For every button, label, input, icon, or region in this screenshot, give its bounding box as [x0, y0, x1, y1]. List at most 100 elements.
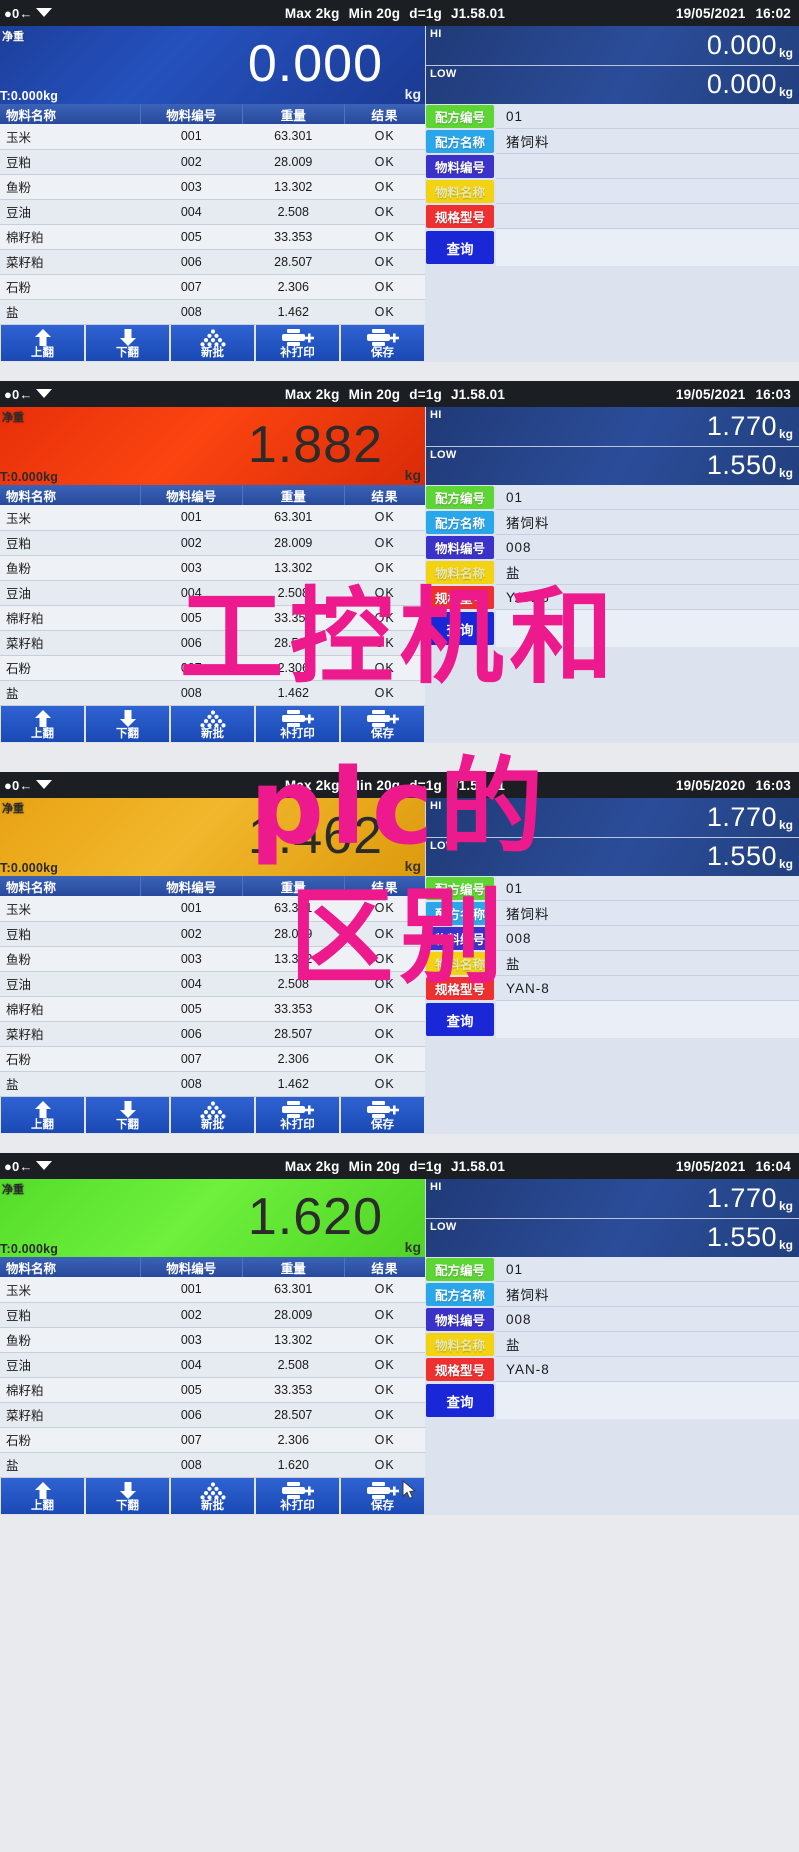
table-row[interactable]: 鱼粉 003 13.302 OK: [0, 555, 425, 581]
table-row[interactable]: 玉米 001 63.301 OK: [0, 124, 425, 150]
table-row[interactable]: 菜籽粕 006 28.507 OK: [0, 1402, 425, 1428]
recipe-name-value[interactable]: 猪饲料: [496, 510, 799, 535]
toolbar-button-stack[interactable]: 新批: [171, 705, 254, 742]
query-button[interactable]: 查询: [426, 612, 494, 645]
table-row[interactable]: 棉籽粕 005 33.353 OK: [0, 605, 425, 631]
material-name-value[interactable]: 盐: [496, 951, 799, 976]
recipe-no-label[interactable]: 配方编号: [426, 1258, 494, 1281]
toolbar-button-printer-plus[interactable]: 补打印: [256, 324, 339, 361]
material-no-label[interactable]: 物料编号: [426, 155, 494, 178]
form-row-recipe-name[interactable]: 配方名称 猪饲料: [425, 1282, 799, 1307]
table-row[interactable]: 盐 008 1.462 OK: [0, 1071, 425, 1097]
table-row[interactable]: 棉籽粕 005 33.353 OK: [0, 1377, 425, 1403]
query-button[interactable]: 查询: [426, 1003, 494, 1036]
recipe-name-value[interactable]: 猪饲料: [496, 1282, 799, 1307]
toolbar-button-printer-plus[interactable]: 补打印: [256, 1096, 339, 1133]
table-row[interactable]: 盐 008 1.620 OK: [0, 1452, 425, 1478]
recipe-name-label[interactable]: 配方名称: [426, 130, 494, 153]
material-no-label[interactable]: 物料编号: [426, 927, 494, 950]
table-row[interactable]: 豆粕 002 28.009 OK: [0, 530, 425, 556]
spec-model-label[interactable]: 规格型号: [426, 1358, 494, 1381]
toolbar-button-arrow-up[interactable]: 上翻: [1, 324, 84, 361]
table-row[interactable]: 石粉 007 2.306 OK: [0, 655, 425, 681]
toolbar-button-printer-plus[interactable]: 补打印: [256, 1477, 339, 1514]
toolbar-button-arrow-down[interactable]: 下翻: [86, 705, 169, 742]
recipe-name-label[interactable]: 配方名称: [426, 511, 494, 534]
toolbar-button-arrow-up[interactable]: 上翻: [1, 1477, 84, 1514]
table-row[interactable]: 鱼粉 003 13.302 OK: [0, 174, 425, 200]
form-row-recipe-name[interactable]: 配方名称 猪饲料: [425, 129, 799, 154]
material-name-value[interactable]: 盐: [496, 560, 799, 585]
material-name-label[interactable]: 物料名称: [426, 1333, 494, 1356]
form-row-recipe-name[interactable]: 配方名称 猪饲料: [425, 901, 799, 926]
table-row[interactable]: 玉米 001 63.301 OK: [0, 1277, 425, 1303]
spec-model-value[interactable]: YAN-8: [496, 976, 799, 1001]
toolbar-button-printer-save[interactable]: 保存: [341, 1096, 424, 1133]
table-row[interactable]: 菜籽粕 006 28.507 OK: [0, 630, 425, 656]
table-row[interactable]: 豆油 004 2.508 OK: [0, 199, 425, 225]
form-row-material-no[interactable]: 物料编号 008: [425, 1307, 799, 1332]
recipe-no-value[interactable]: 01: [496, 104, 799, 129]
query-button[interactable]: 查询: [426, 1384, 494, 1417]
material-no-label[interactable]: 物料编号: [426, 536, 494, 559]
material-name-label[interactable]: 物料名称: [426, 180, 494, 203]
table-row[interactable]: 玉米 001 63.301 OK: [0, 505, 425, 531]
material-no-value[interactable]: 008: [496, 926, 799, 951]
table-row[interactable]: 鱼粉 003 13.302 OK: [0, 1327, 425, 1353]
form-row-recipe-no[interactable]: 配方编号 01: [425, 485, 799, 510]
table-row[interactable]: 豆粕 002 28.009 OK: [0, 921, 425, 947]
table-row[interactable]: 棉籽粕 005 33.353 OK: [0, 996, 425, 1022]
table-row[interactable]: 豆粕 002 28.009 OK: [0, 1302, 425, 1328]
form-row-spec-model[interactable]: 规格型号 YAN-8: [425, 976, 799, 1001]
spec-model-value[interactable]: YAN-8: [496, 1357, 799, 1382]
query-button[interactable]: 查询: [426, 231, 494, 264]
recipe-no-label[interactable]: 配方编号: [426, 486, 494, 509]
material-name-value[interactable]: [496, 179, 799, 204]
toolbar-button-arrow-down[interactable]: 下翻: [86, 1096, 169, 1133]
form-row-material-name[interactable]: 物料名称盐: [425, 1332, 799, 1357]
spec-model-label[interactable]: 规格型号: [426, 586, 494, 609]
form-row-recipe-no[interactable]: 配方编号 01: [425, 876, 799, 901]
toolbar-button-stack[interactable]: 新批: [171, 1477, 254, 1514]
recipe-no-label[interactable]: 配方编号: [426, 105, 494, 128]
recipe-no-value[interactable]: 01: [496, 485, 799, 510]
form-row-spec-model[interactable]: 规格型号 YAN-8: [425, 585, 799, 610]
form-row-recipe-name[interactable]: 配方名称 猪饲料: [425, 510, 799, 535]
spec-model-value[interactable]: YAN-8: [496, 585, 799, 610]
table-row[interactable]: 盐 008 1.462 OK: [0, 680, 425, 706]
toolbar-button-stack[interactable]: 新批: [171, 324, 254, 361]
toolbar-button-arrow-up[interactable]: 上翻: [1, 1096, 84, 1133]
form-row-material-name[interactable]: 物料名称盐: [425, 951, 799, 976]
table-row[interactable]: 石粉 007 2.306 OK: [0, 1046, 425, 1072]
recipe-name-label[interactable]: 配方名称: [426, 902, 494, 925]
material-name-label[interactable]: 物料名称: [426, 561, 494, 584]
table-row[interactable]: 豆油 004 2.508 OK: [0, 1352, 425, 1378]
material-name-label[interactable]: 物料名称: [426, 952, 494, 975]
spec-model-value[interactable]: [496, 204, 799, 229]
spec-model-label[interactable]: 规格型号: [426, 205, 494, 228]
table-row[interactable]: 石粉 007 2.306 OK: [0, 1427, 425, 1453]
table-row[interactable]: 菜籽粕 006 28.507 OK: [0, 249, 425, 275]
table-row[interactable]: 豆油 004 2.508 OK: [0, 580, 425, 606]
table-row[interactable]: 鱼粉 003 13.302 OK: [0, 946, 425, 972]
material-no-label[interactable]: 物料编号: [426, 1308, 494, 1331]
toolbar-button-printer-plus[interactable]: 补打印: [256, 705, 339, 742]
table-row[interactable]: 豆油 004 2.508 OK: [0, 971, 425, 997]
toolbar-button-printer-save[interactable]: 保存: [341, 1477, 424, 1514]
form-row-material-name[interactable]: 物料名称盐: [425, 560, 799, 585]
form-row-material-no[interactable]: 物料编号: [425, 154, 799, 179]
material-name-value[interactable]: 盐: [496, 1332, 799, 1357]
table-row[interactable]: 菜籽粕 006 28.507 OK: [0, 1021, 425, 1047]
recipe-no-label[interactable]: 配方编号: [426, 877, 494, 900]
table-row[interactable]: 石粉 007 2.306 OK: [0, 274, 425, 300]
material-no-value[interactable]: [496, 154, 799, 179]
recipe-name-value[interactable]: 猪饲料: [496, 129, 799, 154]
form-row-spec-model[interactable]: 规格型号 YAN-8: [425, 1357, 799, 1382]
spec-model-label[interactable]: 规格型号: [426, 977, 494, 1000]
toolbar-button-printer-save[interactable]: 保存: [341, 705, 424, 742]
recipe-no-value[interactable]: 01: [496, 876, 799, 901]
form-row-spec-model[interactable]: 规格型号: [425, 204, 799, 229]
form-row-recipe-no[interactable]: 配方编号 01: [425, 1257, 799, 1282]
table-row[interactable]: 棉籽粕 005 33.353 OK: [0, 224, 425, 250]
toolbar-button-arrow-down[interactable]: 下翻: [86, 1477, 169, 1514]
